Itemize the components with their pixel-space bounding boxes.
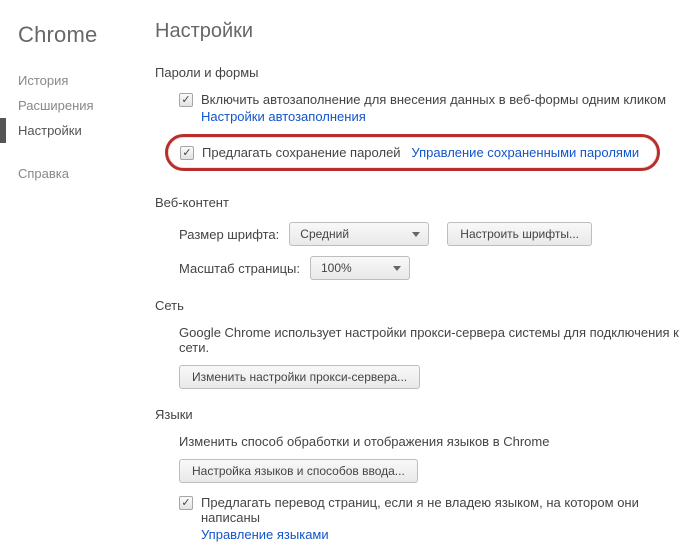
font-size-label: Размер шрифта: <box>179 227 279 242</box>
offer-save-checkbox[interactable]: ✓ <box>180 146 194 160</box>
nav-settings[interactable]: Настройки <box>0 118 155 143</box>
font-size-select[interactable]: Средний <box>289 222 429 246</box>
sidebar: Chrome История Расширения Настройки Спра… <box>0 0 155 559</box>
offer-translate-row: ✓ Предлагать перевод страниц, если я не … <box>179 495 679 542</box>
brand-title: Chrome <box>18 22 155 48</box>
nav-history[interactable]: История <box>18 68 155 93</box>
password-save-highlight: ✓ Предлагать сохранение паролей Управлен… <box>165 134 660 171</box>
font-size-row: Размер шрифта: Средний Настроить шрифты.… <box>179 222 679 246</box>
section-languages-title: Языки <box>155 407 679 422</box>
languages-desc: Изменить способ обработки и отображения … <box>179 434 679 449</box>
offer-save-wrap: Предлагать сохранение паролей Управление… <box>202 145 639 160</box>
network-desc: Google Chrome использует настройки прокс… <box>179 325 679 355</box>
offer-translate-checkbox[interactable]: ✓ <box>179 496 193 510</box>
customize-fonts-button[interactable]: Настроить шрифты... <box>447 222 592 246</box>
language-settings-button[interactable]: Настройка языков и способов ввода... <box>179 459 418 483</box>
zoom-select[interactable]: 100% <box>310 256 410 280</box>
section-passwords-title: Пароли и формы <box>155 65 679 80</box>
font-size-value: Средний <box>300 227 349 241</box>
nav-help[interactable]: Справка <box>18 161 155 186</box>
zoom-label: Масштаб страницы: <box>179 261 300 276</box>
section-network-title: Сеть <box>155 298 679 313</box>
offer-translate-wrap: Предлагать перевод страниц, если я не вл… <box>201 495 679 542</box>
chevron-down-icon <box>412 232 420 237</box>
zoom-value: 100% <box>321 261 352 275</box>
section-webcontent-title: Веб-контент <box>155 195 679 210</box>
chevron-down-icon <box>393 266 401 271</box>
manage-passwords-link[interactable]: Управление сохраненными паролями <box>411 145 639 160</box>
nav-extensions[interactable]: Расширения <box>18 93 155 118</box>
page-title: Настройки <box>155 20 679 43</box>
main-content: Настройки Пароли и формы ✓ Включить авто… <box>155 0 691 559</box>
autofill-checkbox[interactable]: ✓ <box>179 93 193 107</box>
autofill-settings-link[interactable]: Настройки автозаполнения <box>201 109 666 124</box>
autofill-row: ✓ Включить автозаполнение для внесения д… <box>179 92 679 124</box>
offer-translate-label: Предлагать перевод страниц, если я не вл… <box>201 495 639 525</box>
zoom-row: Масштаб страницы: 100% <box>179 256 679 280</box>
autofill-text: Включить автозаполнение для внесения дан… <box>201 92 666 107</box>
proxy-settings-button[interactable]: Изменить настройки прокси-сервера... <box>179 365 420 389</box>
manage-languages-link[interactable]: Управление языками <box>201 527 679 542</box>
autofill-label: Включить автозаполнение для внесения дан… <box>201 92 666 124</box>
offer-save-label: Предлагать сохранение паролей <box>202 145 401 160</box>
